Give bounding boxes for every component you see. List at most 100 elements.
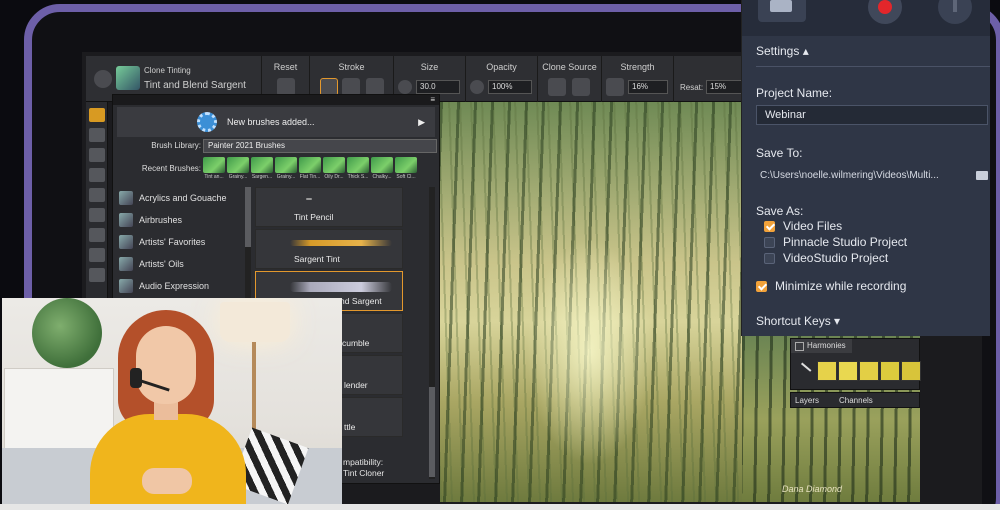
recent-brush-item[interactable]: Chalky... <box>371 157 393 183</box>
pause-icon <box>953 0 957 12</box>
size-field[interactable]: 30.0 <box>416 80 460 94</box>
layers-panel-tabs: Layers Channels <box>790 392 920 408</box>
checkbox-checked[interactable] <box>764 220 775 232</box>
record-icon <box>878 0 892 14</box>
category-item[interactable]: Artists' Favorites <box>117 231 249 253</box>
folder-icon[interactable] <box>976 171 988 180</box>
variant-scrollbar[interactable] <box>429 187 435 479</box>
recent-brush-item[interactable]: Flat Tin... <box>299 157 321 183</box>
category-icon <box>119 257 133 271</box>
category-item[interactable]: Acrylics and Gouache <box>117 187 249 209</box>
save-to-path: C:\Users\noelle.wilmering\Videos\Multi..… <box>760 170 939 181</box>
webcam-overlay <box>2 298 342 508</box>
brush-category-list: Acrylics and Gouache Airbrushes Artists'… <box>117 187 249 299</box>
lamp <box>220 302 290 342</box>
clone-paper-icon[interactable] <box>572 78 590 96</box>
recent-brush-item[interactable]: Oily Dr... <box>323 157 345 183</box>
resat-field[interactable]: 15% <box>706 80 744 94</box>
variant-item[interactable]: Sargent Tint <box>255 229 403 269</box>
clone-source-icon[interactable] <box>548 78 566 96</box>
harmony-swatches <box>817 361 921 381</box>
rect-select-tool-icon[interactable] <box>89 228 105 242</box>
strength-group: Strength 16% <box>602 56 674 102</box>
harmonies-panel: Harmonies <box>790 338 921 390</box>
lasso-tool-icon[interactable] <box>89 248 105 262</box>
brush-variant-label: Tint and Blend Sargent <box>144 80 246 91</box>
layer-tool-icon[interactable] <box>89 168 105 182</box>
recent-brush-item[interactable]: Sargen... <box>251 157 273 183</box>
category-item[interactable]: Audio Expression <box>117 275 249 297</box>
opacity-label: Opacity <box>486 62 517 72</box>
color-swatch[interactable] <box>838 361 858 381</box>
camera-icon <box>770 0 792 12</box>
recent-brushes-row: Tint an... Grainy... Sargen... Grainy...… <box>203 157 437 183</box>
size-icon <box>398 80 412 94</box>
brush-category-label: Clone Tinting <box>144 66 191 75</box>
recent-brushes-label: Recent Brushes: <box>141 164 201 173</box>
webcam-toggle-button[interactable] <box>758 0 806 22</box>
headset-icon <box>130 368 142 388</box>
new-brushes-banner[interactable]: New brushes added... ▶ <box>117 107 435 137</box>
category-item[interactable]: Artists' Oils <box>117 253 249 275</box>
video-files-option[interactable]: Video Files <box>764 219 842 233</box>
recent-brush-item[interactable]: Grainy... <box>275 157 297 183</box>
paint-bucket-tool-icon[interactable] <box>89 148 105 162</box>
brush-info-icon <box>94 70 112 88</box>
save-as-label: Save As: <box>756 204 804 218</box>
panel-header[interactable]: ≡ <box>113 95 439 105</box>
link-icon <box>794 362 812 380</box>
recent-brush-item[interactable]: Tint an... <box>203 157 225 183</box>
size-label: Size <box>420 62 439 72</box>
category-icon <box>119 279 133 293</box>
canvas-signature: Dana Diamond <box>782 484 843 494</box>
strength-label: Strength <box>620 62 655 72</box>
checkbox-checked[interactable] <box>756 280 767 292</box>
project-name-input[interactable]: Webinar <box>756 105 988 125</box>
dropper-tool-icon[interactable] <box>89 128 105 142</box>
record-button[interactable] <box>868 0 902 24</box>
settings-toggle[interactable]: Settings ▴ <box>756 44 809 58</box>
videostudio-option[interactable]: VideoStudio Project <box>764 251 888 265</box>
recent-brush-item[interactable]: Grainy... <box>227 157 249 183</box>
opacity-group: Opacity 100% <box>466 56 538 102</box>
brush-thumbnail-icon <box>116 66 140 90</box>
category-scrollbar[interactable] <box>245 187 251 299</box>
minimize-option[interactable]: Minimize while recording <box>756 279 906 293</box>
magic-wand-tool-icon[interactable] <box>89 268 105 282</box>
category-item[interactable]: Airbrushes <box>117 209 249 231</box>
new-brushes-text: New brushes added... <box>227 117 315 127</box>
brush-tool-icon[interactable] <box>89 108 105 122</box>
color-swatch[interactable] <box>901 361 921 381</box>
toolbox <box>86 102 108 302</box>
presenter-hands <box>142 468 192 494</box>
category-icon <box>119 191 133 205</box>
color-swatch[interactable] <box>859 361 879 381</box>
variant-item[interactable]: Tint Pencil <box>255 187 403 227</box>
color-swatch[interactable] <box>880 361 900 381</box>
recent-brush-item[interactable]: Soft Cl... <box>395 157 417 183</box>
painting-canvas[interactable] <box>440 102 742 502</box>
checkbox[interactable] <box>764 236 775 248</box>
arrow-right-icon: ▶ <box>418 116 425 127</box>
screen-recorder-panel: Settings ▴ Project Name: Webinar Save To… <box>741 0 990 336</box>
panel-menu-icon[interactable]: ≡ <box>430 95 435 104</box>
eraser-tool-icon[interactable] <box>89 188 105 202</box>
brush-library-select[interactable]: Painter 2021 Brushes <box>203 139 437 153</box>
layers-tab[interactable]: Layers <box>795 396 819 405</box>
pinnacle-option[interactable]: Pinnacle Studio Project <box>764 235 907 249</box>
clone-source-label: Clone Source <box>542 62 597 72</box>
opacity-icon <box>470 80 484 94</box>
divider <box>756 66 990 67</box>
opacity-field[interactable]: 100% <box>488 80 532 94</box>
plant <box>32 298 102 368</box>
strength-field[interactable]: 16% <box>628 80 668 94</box>
recent-brush-item[interactable]: Thick S... <box>347 157 369 183</box>
pause-button[interactable] <box>938 0 972 24</box>
screen-bottom-edge <box>0 504 1000 510</box>
channels-tab[interactable]: Channels <box>839 396 873 405</box>
color-swatch[interactable] <box>817 361 837 381</box>
checkbox[interactable] <box>764 252 775 264</box>
harmonies-tab[interactable]: Harmonies <box>791 339 852 353</box>
shortcut-keys-toggle[interactable]: Shortcut Keys ▾ <box>756 314 840 328</box>
transform-tool-icon[interactable] <box>89 208 105 222</box>
